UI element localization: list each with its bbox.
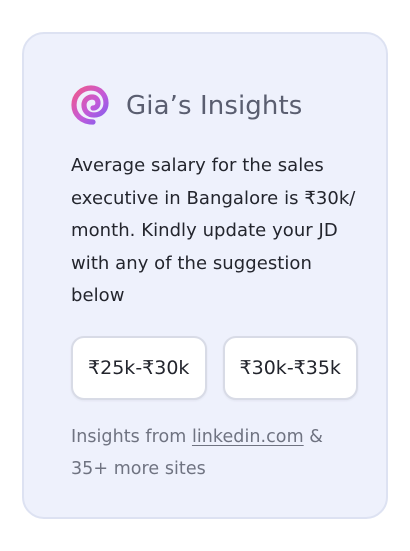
insights-source-footer: Insights from linkedin.com & 35+ more si… (71, 421, 358, 485)
footer-more-sites: 35+ more sites (71, 458, 206, 479)
salary-insight-text: Average salary for the sales executive i… (71, 155, 356, 306)
card-title: Gia’s Insights (126, 91, 303, 121)
salary-suggestion-chip-25k-30k[interactable]: ₹25k-₹30k (71, 335, 207, 400)
salary-suggestions: ₹25k-₹30k ₹30k-₹35k (71, 335, 358, 400)
gia-spiral-logo-icon (71, 85, 109, 125)
footer-prefix: Insights from (71, 426, 192, 447)
card-header: Gia’s Insights (71, 84, 358, 126)
footer-suffix: & (303, 426, 323, 447)
salary-suggestion-chip-30k-35k[interactable]: ₹30k-₹35k (222, 335, 358, 400)
linkedin-source-link[interactable]: linkedin.com (192, 427, 304, 447)
gia-insights-card: Gia’s Insights Average salary for the sa… (22, 32, 388, 519)
